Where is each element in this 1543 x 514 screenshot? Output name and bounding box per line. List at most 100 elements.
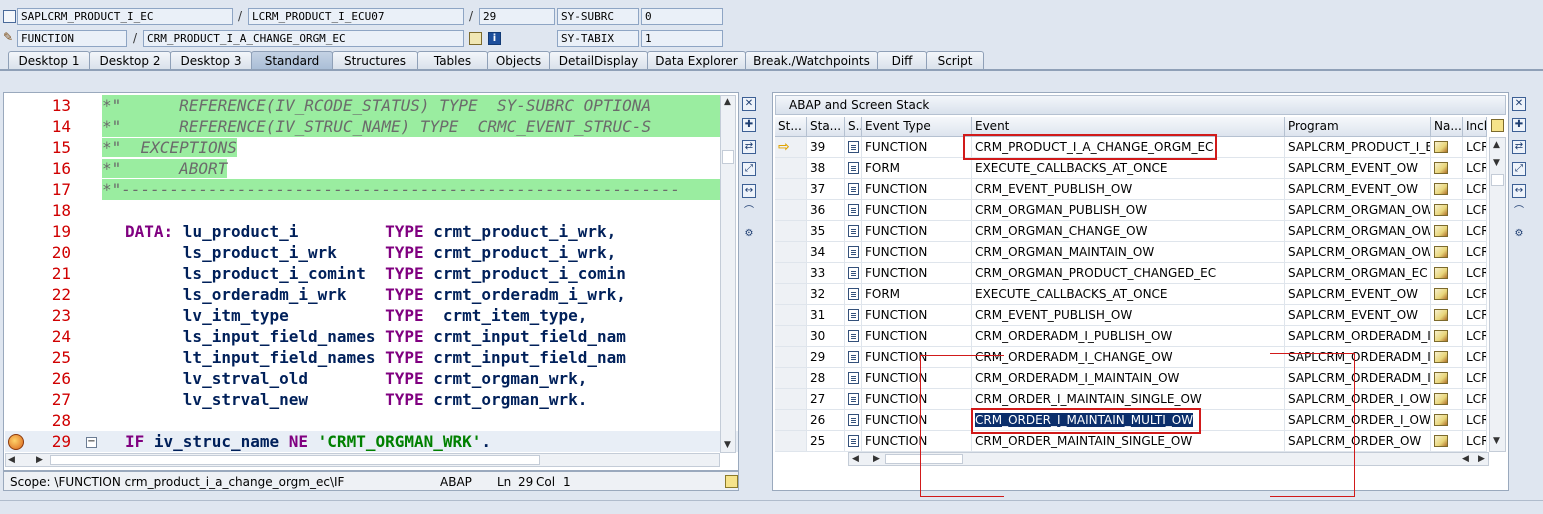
tab-break-watchpoints[interactable]: Break./Watchpoints — [745, 51, 878, 70]
stack-row[interactable]: 33 FUNCTION CRM_ORGMAN_PRODUCT_CHANGED_EC S… — [775, 263, 1487, 284]
maximize-icon[interactable]: ⤢ — [1512, 162, 1526, 176]
tab-structures[interactable]: Structures — [332, 51, 418, 70]
navigate-source-icon[interactable] — [1434, 141, 1448, 153]
navigate-source-icon[interactable] — [1434, 246, 1448, 258]
navigate-source-icon[interactable] — [1434, 372, 1448, 384]
stack-row[interactable]: 27 FUNCTION CRM_ORDER_I_MAINTAIN_SINGLE_OW… — [775, 389, 1487, 410]
stack-row[interactable]: 37 FUNCTION CRM_EVENT_PUBLISH_OW SAPLCRM_EV… — [775, 179, 1487, 200]
stack-row[interactable]: 30 FUNCTION CRM_ORDERADM_I_PUBLISH_OW SAPLC… — [775, 326, 1487, 347]
code-vertical-scrollbar[interactable] — [720, 95, 736, 453]
new-tool-icon[interactable]: ✚ — [742, 118, 756, 132]
scroll-down-icon[interactable]: ▼ — [1493, 436, 1500, 446]
scroll-right-icon[interactable]: ▶ — [1478, 454, 1485, 464]
column-layout-icon[interactable] — [1491, 119, 1504, 132]
type-field[interactable]: FUNCTION — [17, 30, 127, 47]
close-icon[interactable]: ✕ — [1512, 97, 1526, 111]
scroll-down-icon[interactable]: ▼ — [724, 440, 731, 450]
stack-row[interactable]: 31 FUNCTION CRM_EVENT_PUBLISH_OW SAPLCRM_EV… — [775, 305, 1487, 326]
stack-row[interactable]: 25 FUNCTION CRM_ORDER_MAINTAIN_SINGLE_OW SA… — [775, 431, 1487, 452]
code-line[interactable]: 17 *"------------------------------------… — [5, 179, 738, 200]
code-line[interactable]: 19 DATA: lu_product_i TYPE crmt_product_i… — [5, 221, 738, 242]
navigate-source-icon[interactable] — [1434, 351, 1448, 363]
navigate-source-icon[interactable] — [1434, 393, 1448, 405]
subrc-value[interactable]: 0 — [641, 8, 723, 25]
name-field[interactable]: CRM_PRODUCT_I_A_CHANGE_ORGM_EC — [143, 30, 464, 47]
column-header[interactable]: Sta... — [807, 117, 845, 137]
column-header[interactable]: S... — [845, 117, 862, 137]
settings-icon[interactable]: ⚙ — [742, 228, 756, 242]
note-icon[interactable] — [725, 475, 738, 488]
tab-desktop-2[interactable]: Desktop 2 — [89, 51, 171, 70]
info-icon[interactable]: i — [488, 32, 501, 45]
code-line[interactable]: 22 ls_orderadm_i_wrk TYPE crmt_orderadm_… — [5, 284, 738, 305]
column-header[interactable]: Event Type — [862, 117, 972, 137]
swap-tool-icon[interactable]: ⇄ — [1512, 140, 1526, 154]
scroll-up-icon[interactable]: ▲ — [724, 97, 731, 107]
full-width-icon[interactable]: ↔ — [742, 184, 756, 198]
stack-row[interactable]: 36 FUNCTION CRM_ORGMAN_PUBLISH_OW SAPLCRM_O… — [775, 200, 1487, 221]
stack-row[interactable]: 38 FORM EXECUTE_CALLBACKS_AT_ONCE SAPLCRM_E… — [775, 158, 1487, 179]
stack-vertical-scroll-thumb[interactable] — [1491, 174, 1504, 186]
code-line[interactable]: 18 — [5, 200, 738, 221]
stack-horizontal-scroll-thumb[interactable] — [885, 454, 963, 464]
navigate-source-icon[interactable] — [1434, 309, 1448, 321]
code-line[interactable]: 25 lt_input_field_names TYPE crmt_input_… — [5, 347, 738, 368]
tab-desktop-1[interactable]: Desktop 1 — [8, 51, 90, 70]
tab-desktop-3[interactable]: Desktop 3 — [170, 51, 252, 70]
column-header[interactable]: St... — [775, 117, 807, 137]
code-horizontal-scroll-thumb[interactable] — [50, 455, 540, 465]
navigate-source-icon[interactable] — [1434, 288, 1448, 300]
code-line[interactable]: 29 IF iv_struc_name NE 'CRMT_ORGMAN_WRK'. — [5, 431, 738, 452]
column-header[interactable]: Incl — [1463, 117, 1487, 137]
navigate-source-icon[interactable] — [1434, 162, 1448, 174]
code-line[interactable]: 16 *" ABORT — [5, 158, 738, 179]
scroll-left-icon[interactable]: ◀ — [852, 454, 859, 464]
scroll-down-icon[interactable]: ▼ — [1493, 158, 1500, 168]
tab-script[interactable]: Script — [926, 51, 984, 70]
code-line[interactable]: 14 *" REFERENCE(IV_STRUC_NAME) TYPE CRMC_… — [5, 116, 738, 137]
navigate-source-icon[interactable] — [1434, 435, 1448, 447]
code-line[interactable]: 27 lv_strval_new TYPE crmt_orgman_wrk. — [5, 389, 738, 410]
settings-icon[interactable]: ⚙ — [1512, 228, 1526, 242]
stack-row[interactable]: 34 FUNCTION CRM_ORGMAN_MAINTAIN_OW SAPLCRM_… — [775, 242, 1487, 263]
navigate-source-icon[interactable] — [1434, 204, 1448, 216]
tab-tables[interactable]: Tables — [417, 51, 488, 70]
services-icon[interactable]: ⌒ — [742, 206, 756, 220]
navigate-source-icon[interactable] — [1434, 330, 1448, 342]
navigate-source-icon[interactable] — [1434, 183, 1448, 195]
navigate-source-icon[interactable] — [1434, 267, 1448, 279]
line-field[interactable]: 29 — [479, 8, 555, 25]
collapse-block-icon[interactable]: − — [86, 437, 97, 448]
code-line[interactable]: 23 lv_itm_type TYPE crmt_item_type, — [5, 305, 738, 326]
code-line[interactable]: 13 *" REFERENCE(IV_RCODE_STATUS) TYPE SY-… — [5, 95, 738, 116]
scroll-right-icon[interactable]: ▶ — [873, 454, 880, 464]
tab-detaildisplay[interactable]: DetailDisplay — [549, 51, 648, 70]
include-field[interactable]: LCRM_PRODUCT_I_ECU07 — [248, 8, 464, 25]
stack-row[interactable]: 29 FUNCTION CRM_ORDERADM_I_CHANGE_OW SAPLCR… — [775, 347, 1487, 368]
navigate-icon[interactable] — [469, 32, 482, 45]
scroll-right-icon[interactable]: ▶ — [36, 455, 43, 465]
tabix-value[interactable]: 1 — [641, 30, 723, 47]
tab-data-explorer[interactable]: Data Explorer — [647, 51, 746, 70]
scroll-left-icon[interactable]: ◀ — [8, 455, 15, 465]
scroll-left-icon[interactable]: ◀ — [1462, 454, 1469, 464]
tab-diff[interactable]: Diff — [877, 51, 927, 70]
navigate-source-icon[interactable] — [1434, 414, 1448, 426]
swap-tool-icon[interactable]: ⇄ — [742, 140, 756, 154]
code-line[interactable]: 24 ls_input_field_names TYPE crmt_input_… — [5, 326, 738, 347]
stack-row[interactable]: 28 FUNCTION CRM_ORDERADM_I_MAINTAIN_OW SAPL… — [775, 368, 1487, 389]
services-icon[interactable]: ⌒ — [1512, 206, 1526, 220]
code-line[interactable]: 15 *" EXCEPTIONS — [5, 137, 738, 158]
new-tool-icon[interactable]: ✚ — [1512, 118, 1526, 132]
stack-row[interactable]: 35 FUNCTION CRM_ORGMAN_CHANGE_OW SAPLCRM_OR… — [775, 221, 1487, 242]
breakpoint-marker-icon[interactable] — [8, 434, 24, 450]
source-code-editor[interactable]: 13 *" REFERENCE(IV_RCODE_STATUS) TYPE SY-… — [5, 95, 738, 453]
close-icon[interactable]: ✕ — [742, 97, 756, 111]
column-header[interactable]: Na... — [1431, 117, 1463, 137]
code-vertical-scroll-thumb[interactable] — [722, 150, 734, 164]
tab-standard[interactable]: Standard — [251, 51, 333, 70]
stack-row[interactable]: 32 FORM EXECUTE_CALLBACKS_AT_ONCE SAPLCRM_E… — [775, 284, 1487, 305]
column-header[interactable]: Program — [1285, 117, 1431, 137]
code-line[interactable]: 20 ls_product_i_wrk TYPE crmt_product_i_… — [5, 242, 738, 263]
maximize-icon[interactable]: ⤢ — [742, 162, 756, 176]
